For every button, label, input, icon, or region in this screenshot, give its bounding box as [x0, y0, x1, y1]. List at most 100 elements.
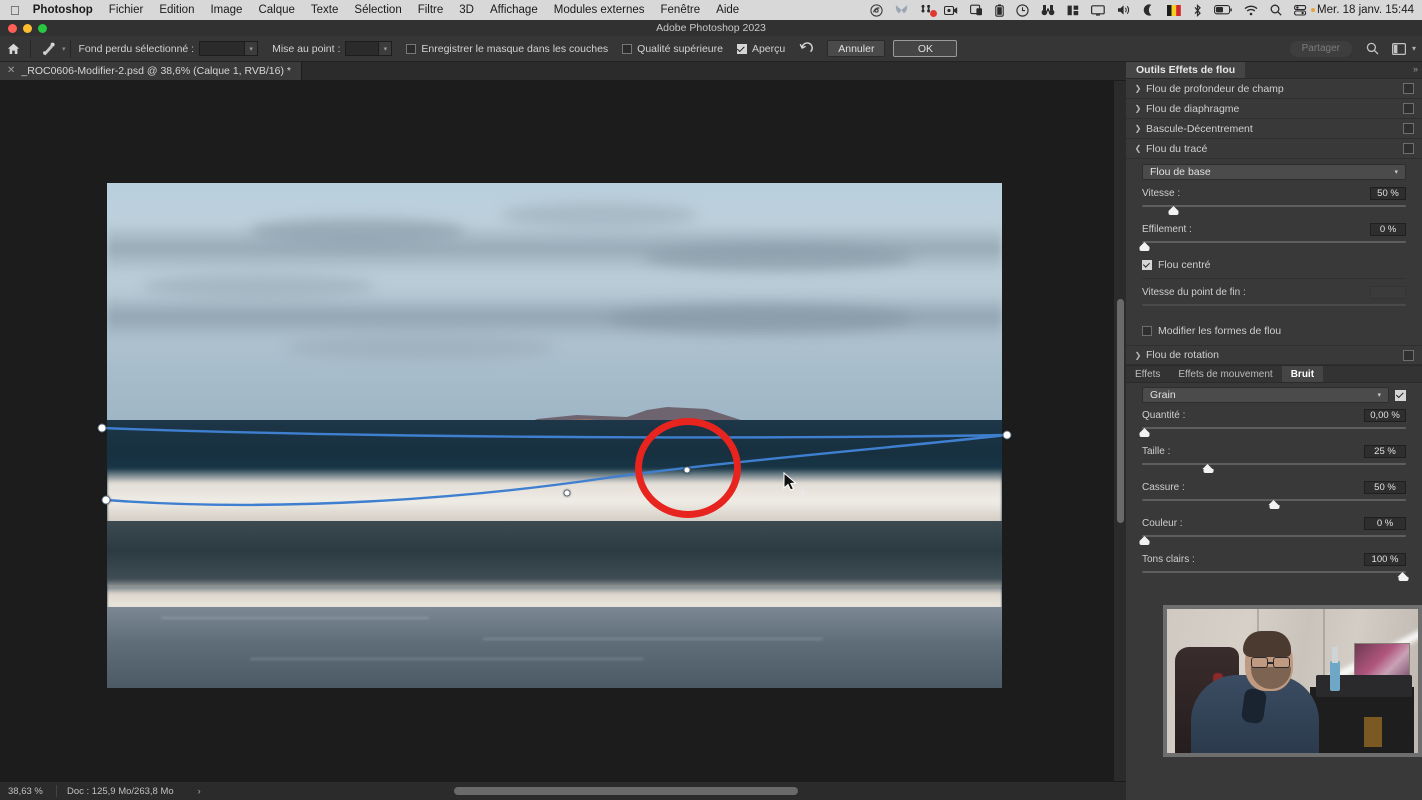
blur-path-bottom[interactable] [105, 433, 1008, 507]
tool-preset-chevron-icon[interactable]: ▾ [61, 45, 66, 53]
binoculars-icon[interactable] [1035, 4, 1061, 16]
tab-effets-de-mouvement[interactable]: Effets de mouvement [1169, 366, 1281, 382]
vertical-scroll-thumb[interactable] [1117, 299, 1124, 523]
slider-knob[interactable] [1139, 536, 1150, 545]
chevron-down-icon[interactable]: ❮ [1132, 144, 1144, 153]
collapse-panel-icon[interactable]: » [1413, 64, 1418, 74]
belgian-flag-icon[interactable] [1161, 4, 1187, 16]
moon-icon[interactable] [1137, 4, 1161, 16]
time-machine-icon[interactable] [1010, 3, 1035, 17]
blur-path-overlay[interactable] [0, 81, 1126, 781]
horizontal-scroll-thumb[interactable] [454, 787, 798, 795]
noise-enable-checkbox[interactable] [1395, 389, 1406, 401]
menu-item-calque[interactable]: Calque [250, 4, 302, 16]
taper-value-field[interactable]: 0 % [1370, 223, 1406, 236]
status-zoom-level[interactable]: 38,63 % [0, 786, 56, 797]
roughness-value-field[interactable]: 50 % [1364, 481, 1406, 494]
slider-knob[interactable] [1202, 464, 1214, 473]
slider-knob[interactable] [1397, 572, 1409, 581]
centered-blur-row[interactable]: Flou centré [1142, 259, 1406, 271]
menu-item-3d[interactable]: 3D [451, 4, 482, 16]
focus-input[interactable] [345, 41, 380, 56]
battery-icon[interactable] [1208, 5, 1238, 15]
slider-knob[interactable] [1139, 242, 1150, 251]
menu-item-edition[interactable]: Edition [151, 4, 202, 16]
preview-checkbox[interactable] [736, 43, 747, 54]
high-quality-checkbox[interactable] [622, 43, 633, 54]
section-flou-du-trace[interactable]: ❮ Flou du tracé [1126, 139, 1422, 159]
section-enable-checkbox[interactable] [1403, 103, 1414, 114]
menu-item-fichier[interactable]: Fichier [101, 4, 152, 16]
canvas-vertical-scrollbar[interactable] [1113, 81, 1126, 781]
document-tab[interactable]: ✕ _ROC0606-Modifier-2.psd @ 38,6% (Calqu… [0, 62, 302, 80]
chevron-right-icon[interactable]: › [174, 786, 201, 796]
cancel-button[interactable]: Annuler [827, 40, 886, 57]
chevron-right-icon[interactable]: ❯ [1132, 351, 1144, 360]
slider-knob[interactable] [1139, 428, 1150, 437]
home-icon[interactable] [0, 37, 26, 61]
color-slider[interactable] [1139, 533, 1406, 546]
taper-slider[interactable] [1139, 239, 1406, 252]
tab-bruit[interactable]: Bruit [1281, 366, 1324, 382]
bluetooth-icon[interactable] [1187, 3, 1208, 17]
centered-blur-checkbox[interactable] [1142, 260, 1152, 270]
chevron-down-icon[interactable]: ▾ [1412, 44, 1416, 53]
menubar-clock[interactable]: Mer. 18 janv. 15:44 [1313, 4, 1422, 16]
workspace-switcher-icon[interactable] [1386, 37, 1412, 61]
slider-knob[interactable] [1168, 206, 1179, 215]
section-enable-checkbox[interactable] [1403, 83, 1414, 94]
apple-logo-icon[interactable]:  [0, 4, 31, 17]
section-enable-checkbox[interactable] [1403, 123, 1414, 134]
quantity-slider[interactable] [1139, 425, 1406, 438]
bartender-butterfly-icon[interactable] [889, 4, 914, 16]
bleed-input[interactable] [199, 41, 246, 56]
search-icon[interactable] [1360, 37, 1386, 61]
tab-effets[interactable]: Effets [1126, 366, 1169, 382]
clipboard-app-icon[interactable] [964, 4, 989, 16]
canvas-area[interactable] [0, 81, 1126, 781]
chevron-right-icon[interactable]: ❯ [1132, 124, 1144, 133]
size-slider[interactable] [1142, 461, 1406, 474]
wifi-icon[interactable] [1238, 5, 1264, 16]
menu-item-selection[interactable]: Sélection [346, 4, 409, 16]
stats-bars-icon[interactable] [1061, 5, 1085, 16]
menu-item-texte[interactable]: Texte [303, 4, 347, 16]
size-value-field[interactable]: 25 % [1364, 445, 1406, 458]
path-pin-right-top[interactable] [1002, 430, 1012, 440]
blur-path-top[interactable] [101, 426, 1008, 439]
menu-app-name[interactable]: Photoshop [31, 4, 101, 16]
section-flou-diaphragme[interactable]: ❯ Flou de diaphragme [1126, 99, 1422, 119]
menu-item-modules-externes[interactable]: Modules externes [546, 4, 653, 16]
bleed-chevron-down-icon[interactable]: ▾ [245, 41, 259, 56]
save-mask-checkbox[interactable] [406, 43, 417, 54]
path-blur-mode-select[interactable]: Flou de base ▾ [1142, 164, 1406, 180]
focus-chevron-down-icon[interactable]: ▾ [379, 41, 393, 56]
chevron-right-icon[interactable]: ❯ [1132, 84, 1144, 93]
section-enable-checkbox[interactable] [1403, 143, 1414, 154]
path-pin-left-top[interactable] [97, 423, 107, 433]
section-enable-checkbox[interactable] [1403, 349, 1414, 361]
menu-item-image[interactable]: Image [202, 4, 250, 16]
speed-value-field[interactable]: 50 % [1370, 187, 1406, 200]
creative-cloud-icon[interactable] [864, 3, 889, 17]
edit-blur-shapes-checkbox[interactable] [1142, 326, 1152, 336]
quantity-value-field[interactable]: 0,00 % [1364, 409, 1406, 422]
noise-type-select[interactable]: Grain ▾ [1142, 387, 1389, 403]
screen-record-icon[interactable] [938, 5, 964, 16]
roughness-slider[interactable] [1142, 497, 1406, 510]
battery-vertical-icon[interactable] [989, 3, 1010, 17]
ok-button[interactable]: OK [893, 40, 958, 57]
color-value-field[interactable]: 0 % [1364, 517, 1406, 530]
display-icon[interactable] [1085, 4, 1111, 16]
path-pin-left-bottom[interactable] [101, 495, 111, 505]
search-icon[interactable] [1264, 4, 1288, 16]
tab-outils-effets-de-flou[interactable]: Outils Effets de flou [1126, 62, 1246, 78]
highlights-slider[interactable] [1142, 569, 1409, 582]
menu-item-affichage[interactable]: Affichage [482, 4, 546, 16]
chevron-right-icon[interactable]: ❯ [1132, 104, 1144, 113]
menu-item-fenetre[interactable]: Fenêtre [653, 4, 709, 16]
slider-knob[interactable] [1268, 500, 1280, 509]
blur-gallery-tool-icon[interactable] [35, 37, 61, 61]
close-icon[interactable]: ✕ [7, 66, 15, 76]
share-button[interactable]: Partager [1289, 40, 1352, 57]
